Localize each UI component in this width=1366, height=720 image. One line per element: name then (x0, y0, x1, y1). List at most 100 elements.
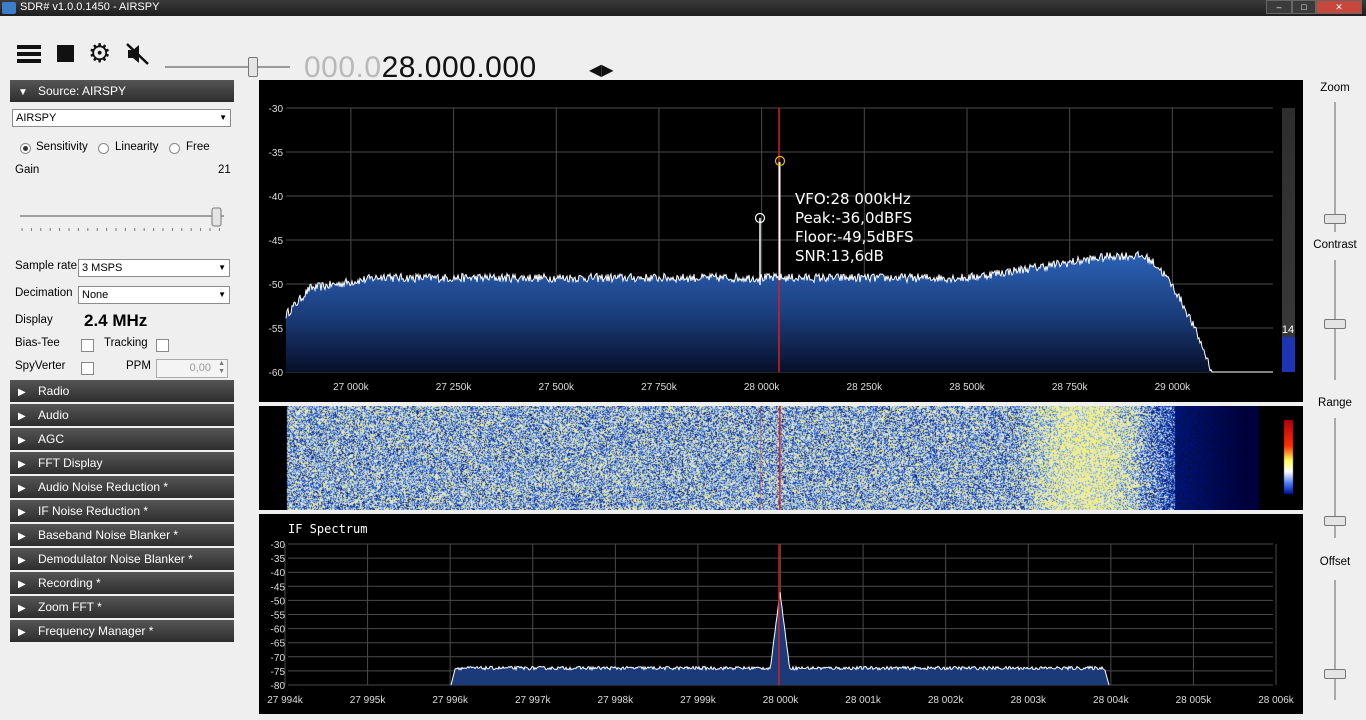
dropdown-arrow-icon: ▼ (218, 263, 226, 272)
decimation-label: Decimation (15, 287, 73, 299)
sample-rate-value: 3 MSPS (82, 262, 123, 274)
linearity-radio[interactable] (98, 143, 109, 154)
panel-header-fft-display[interactable]: ▶ FFT Display (10, 452, 234, 474)
volume-slider[interactable] (165, 66, 290, 68)
tuning-arrows-icon[interactable]: ◀▶ (589, 60, 614, 80)
y-tick-label: -55 (269, 324, 284, 335)
if-x-tick-label: 27 999k (680, 695, 717, 706)
sensitivity-radio[interactable] (20, 143, 31, 154)
panel-header-if-noise-reduction[interactable]: ▶ IF Noise Reduction * (10, 500, 234, 522)
bias-tee-label: Bias-Tee (15, 337, 60, 349)
stop-icon[interactable] (57, 45, 74, 62)
menu-icon[interactable] (17, 45, 41, 63)
y-tick-label: -35 (269, 148, 284, 159)
y-tick-label: -45 (269, 236, 284, 247)
sample-rate-select[interactable]: 3 MSPS ▼ (78, 259, 230, 277)
title-bar: SDR# v1.0.0.1450 - AIRSPY – □ ✕ (0, 0, 1366, 16)
panel-header-label: Audio Noise Reduction * (38, 480, 169, 494)
if-y-tick-label: -55 (271, 611, 286, 622)
if-y-tick-label: -60 (271, 625, 286, 636)
expand-arrow-icon: ▶ (18, 411, 26, 422)
signal-level-value: 14 (1282, 324, 1294, 336)
panel-header-demodulator-noise-blanker[interactable]: ▶ Demodulator Noise Blanker * (10, 548, 234, 570)
if-x-tick-label: 27 995k (350, 695, 387, 706)
spectrum-analyzer[interactable]: -30 -35 -40 -45 -50 -55 -60 27 000k 27 250k 27 5… (259, 80, 1303, 402)
spectrum-plot[interactable]: -30 -35 -40 -45 -50 -55 -60 27 000k 27 250k 27 5… (259, 80, 1303, 402)
if-x-tick-label: 28 006k (1258, 695, 1295, 706)
offset-slider-thumb[interactable] (1324, 669, 1346, 679)
spinner-arrows-icon[interactable]: ▲ ▼ (218, 360, 225, 376)
spyverter-label: SpyVerter (15, 360, 66, 372)
expand-arrow-icon: ▶ (18, 603, 26, 614)
panel-list: ▶ Radio ▶ Audio ▶ AGC ▶ FFT Display ▶ Audio Noise… (10, 380, 234, 642)
minimize-button[interactable]: – (1266, 0, 1292, 14)
if-y-tick-label: -75 (271, 667, 286, 678)
close-button[interactable]: ✕ (1316, 0, 1362, 14)
contrast-label: Contrast (1313, 239, 1357, 251)
if-y-tick-label: -80 (271, 681, 286, 692)
panel-header-recording[interactable]: ▶ Recording * (10, 572, 234, 594)
volume-slider-thumb[interactable] (248, 57, 258, 77)
if-y-tick-label: -30 (271, 540, 286, 551)
source-panel-header[interactable]: ▼ Source: AIRSPY (10, 80, 234, 102)
decimation-select[interactable]: None ▼ (78, 286, 230, 304)
panel-header-audio[interactable]: ▶ Audio (10, 404, 234, 426)
panel-header-frequency-manager[interactable]: ▶ Frequency Manager * (10, 620, 234, 642)
tracking-checkbox[interactable] (156, 339, 169, 352)
if-spectrum-panel[interactable]: IF Spectrum -30 -35 -40 -45 -50 -55 -60 -65 -70 -… (259, 514, 1303, 714)
waterfall-canvas[interactable] (259, 406, 1303, 510)
gain-value: 21 (218, 164, 231, 176)
free-radio[interactable] (169, 143, 180, 154)
spyverter-checkbox[interactable] (81, 362, 94, 375)
if-x-tick-label: 27 996k (432, 695, 469, 706)
bias-tee-checkbox[interactable] (81, 339, 94, 352)
collapse-arrow-icon: ▼ (18, 87, 28, 98)
expand-arrow-icon: ▶ (18, 507, 26, 518)
range-slider-thumb[interactable] (1324, 516, 1346, 526)
panel-header-agc[interactable]: ▶ AGC (10, 428, 234, 450)
source-panel-body: AIRSPY ▼ Sensitivity Linearity Free Gain … (10, 104, 234, 380)
offset-slider[interactable] (1334, 580, 1336, 700)
panel-header-baseband-noise-blanker[interactable]: ▶ Baseband Noise Blanker * (10, 524, 234, 546)
signal-level-fill (1282, 337, 1295, 372)
if-y-tick-label: -65 (271, 639, 286, 650)
if-spectrum-fill (451, 592, 1109, 685)
gear-icon[interactable]: ⚙ (88, 39, 111, 67)
if-x-tick-label: 27 998k (598, 695, 635, 706)
device-select[interactable]: AIRSPY ▼ (12, 109, 231, 127)
expand-arrow-icon: ▶ (18, 459, 26, 470)
gain-slider[interactable] (18, 206, 228, 236)
panel-header-label: Radio (38, 384, 70, 398)
x-tick-label: 27 250k (436, 382, 473, 393)
if-spectrum-plot[interactable]: IF Spectrum -30 -35 -40 -45 -50 -55 -60 -65 -70 -… (259, 514, 1303, 714)
expand-arrow-icon: ▶ (18, 627, 26, 638)
contrast-slider-thumb[interactable] (1324, 319, 1346, 329)
if-x-tick-label: 28 000k (763, 695, 800, 706)
panel-header-label: Demodulator Noise Blanker * (38, 552, 193, 566)
panel-header-radio[interactable]: ▶ Radio (10, 380, 234, 402)
free-label: Free (186, 141, 210, 153)
panel-header-audio-noise-reduction[interactable]: ▶ Audio Noise Reduction * (10, 476, 234, 498)
maximize-button[interactable]: □ (1292, 0, 1316, 14)
dropdown-arrow-icon: ▼ (218, 290, 226, 299)
expand-arrow-icon: ▶ (18, 531, 26, 542)
window-title: SDR# v1.0.0.1450 - AIRSPY (20, 1, 160, 13)
zoom-slider[interactable] (1334, 102, 1336, 232)
if-spectrum-title: IF Spectrum (288, 522, 367, 536)
x-tick-label: 28 250k (847, 382, 884, 393)
waterfall-display[interactable] (259, 406, 1303, 510)
expand-arrow-icon: ▶ (18, 555, 26, 566)
sample-rate-label: Sample rate (15, 260, 78, 272)
if-y-tick-label: -40 (271, 568, 286, 579)
y-tick-label: -40 (269, 192, 284, 203)
vfo-readout: VFO:28 000kHz (795, 190, 911, 208)
sensitivity-label: Sensitivity (36, 141, 88, 153)
mute-icon[interactable] (126, 43, 150, 65)
gain-slider-thumb[interactable] (211, 207, 222, 227)
expand-arrow-icon: ▶ (18, 387, 26, 398)
ppm-input[interactable]: 0,00 ▲ ▼ (156, 359, 228, 378)
x-tick-label: 29 000k (1155, 382, 1192, 393)
zoom-label: Zoom (1320, 82, 1350, 94)
panel-header-zoom-fft[interactable]: ▶ Zoom FFT * (10, 596, 234, 618)
zoom-slider-thumb[interactable] (1324, 214, 1346, 224)
